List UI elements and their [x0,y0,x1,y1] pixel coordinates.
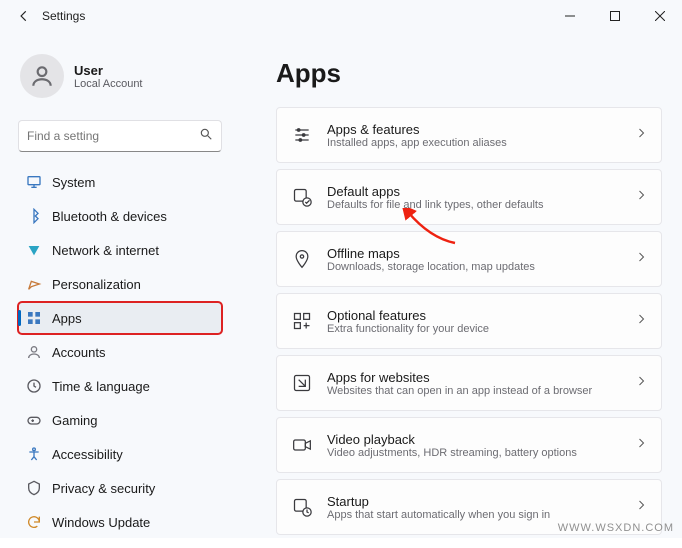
sidebar-item-time[interactable]: Time & language [18,370,222,402]
card-subtitle: Apps that start automatically when you s… [327,509,621,521]
accessibility-icon [26,446,42,462]
sidebar-item-update[interactable]: Windows Update [18,506,222,538]
sidebar-item-label: Personalization [52,277,141,292]
card-list: Apps & featuresInstalled apps, app execu… [276,107,662,535]
card-title: Offline maps [327,246,621,261]
chevron-right-icon [635,312,647,330]
main-panel: Apps Apps & featuresInstalled apps, app … [232,32,682,548]
sidebar-item-label: Time & language [52,379,150,394]
card-video-playback[interactable]: Video playbackVideo adjustments, HDR str… [276,417,662,473]
default-apps-icon [291,186,313,208]
sidebar-item-label: Privacy & security [52,481,155,496]
profile-block[interactable]: User Local Account [18,50,222,114]
sidebar-item-label: Network & internet [52,243,159,258]
time-icon [26,378,42,394]
bluetooth-icon [26,208,42,224]
card-title: Apps for websites [327,370,621,385]
nav-list: System Bluetooth & devices Network & inter… [18,166,222,538]
sidebar-item-gaming[interactable]: Gaming [18,404,222,436]
card-subtitle: Defaults for file and link types, other … [327,199,621,211]
chevron-right-icon [635,436,647,454]
privacy-icon [26,480,42,496]
sidebar-item-network[interactable]: Network & internet [18,234,222,266]
apps-icon [26,310,42,326]
chevron-right-icon [635,250,647,268]
accounts-icon [26,344,42,360]
settings-window: Settings User Local Account [0,0,682,538]
maximize-button[interactable] [592,0,637,32]
page-title: Apps [276,58,662,89]
video-playback-icon [291,434,313,456]
sidebar-item-bluetooth[interactable]: Bluetooth & devices [18,200,222,232]
card-title: Optional features [327,308,621,323]
chevron-right-icon [635,498,647,516]
card-apps-websites[interactable]: Apps for websitesWebsites that can open … [276,355,662,411]
sidebar-item-apps[interactable]: Apps [18,302,222,334]
sidebar-item-label: System [52,175,95,190]
sidebar-item-accessibility[interactable]: Accessibility [18,438,222,470]
titlebar: Settings [0,0,682,32]
back-button[interactable] [10,2,38,30]
sidebar-item-label: Accessibility [52,447,123,462]
gaming-icon [26,412,42,428]
card-subtitle: Extra functionality for your device [327,323,621,335]
sidebar-item-label: Bluetooth & devices [52,209,167,224]
offline-maps-icon [291,248,313,270]
card-title: Apps & features [327,122,621,137]
personalization-icon [26,276,42,292]
avatar [20,54,64,98]
sidebar-item-label: Windows Update [52,515,150,530]
chevron-right-icon [635,374,647,392]
update-icon [26,514,42,530]
apps-websites-icon [291,372,313,394]
search-icon [199,127,213,146]
sidebar-item-label: Gaming [52,413,98,428]
card-title: Video playback [327,432,621,447]
sidebar-item-label: Apps [52,311,82,326]
sidebar-item-accounts[interactable]: Accounts [18,336,222,368]
search-input[interactable] [27,129,199,143]
card-offline-maps[interactable]: Offline mapsDownloads, storage location,… [276,231,662,287]
watermark: WWW.WSXDN.COM [558,522,674,534]
card-optional-features[interactable]: Optional featuresExtra functionality for… [276,293,662,349]
chevron-right-icon [635,188,647,206]
card-default-apps[interactable]: Default appsDefaults for file and link t… [276,169,662,225]
system-icon [26,174,42,190]
sidebar-item-label: Accounts [52,345,105,360]
sidebar-item-system[interactable]: System [18,166,222,198]
card-subtitle: Websites that can open in an app instead… [327,385,621,397]
apps-features-icon [291,124,313,146]
sidebar-item-privacy[interactable]: Privacy & security [18,472,222,504]
search-box[interactable] [18,120,222,152]
card-title: Default apps [327,184,621,199]
profile-subtitle: Local Account [74,78,143,90]
sidebar: User Local Account System Bluetooth & dev… [0,32,232,548]
minimize-button[interactable] [547,0,592,32]
close-button[interactable] [637,0,682,32]
network-icon [26,242,42,258]
chevron-right-icon [635,126,647,144]
card-apps-features[interactable]: Apps & featuresInstalled apps, app execu… [276,107,662,163]
card-subtitle: Downloads, storage location, map updates [327,261,621,273]
sidebar-item-personalization[interactable]: Personalization [18,268,222,300]
card-title: Startup [327,494,621,509]
card-subtitle: Installed apps, app execution aliases [327,137,621,149]
startup-icon [291,496,313,518]
profile-name: User [74,63,143,78]
optional-features-icon [291,310,313,332]
card-subtitle: Video adjustments, HDR streaming, batter… [327,447,621,459]
window-title: Settings [42,9,85,23]
